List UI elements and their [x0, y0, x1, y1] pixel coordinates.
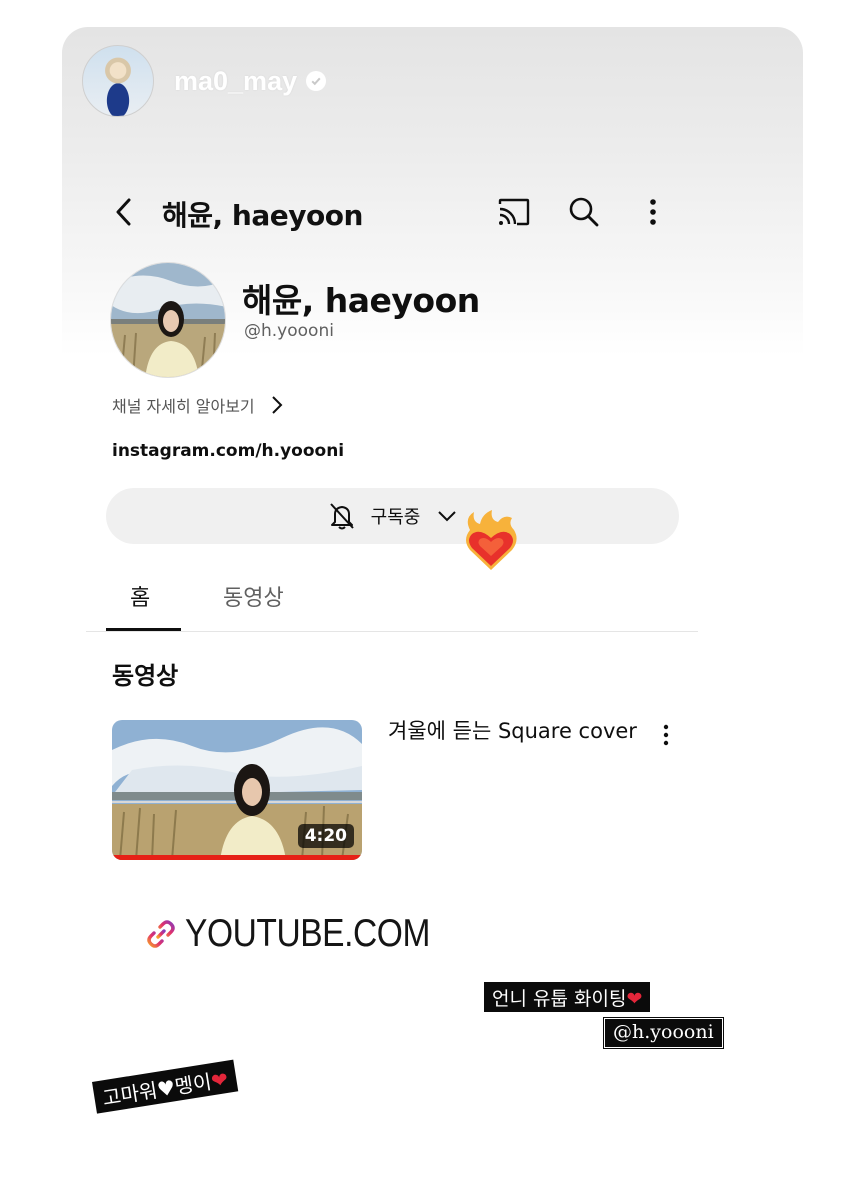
caption-thanks-text-b: 멩이 — [173, 1069, 214, 1099]
mention-sticker[interactable]: @h.yoooni — [603, 1017, 724, 1049]
red-heart-icon: ❤ — [209, 1066, 230, 1094]
channel-external-link[interactable]: instagram.com/h.yoooni — [112, 441, 344, 461]
channel-about-label: 채널 자세히 알아보기 — [112, 397, 255, 416]
more-vert-icon[interactable] — [638, 194, 668, 230]
link-sticker[interactable]: YOUTUBE.COM — [145, 912, 470, 956]
appbar-title: 해윤, haeyoon — [162, 199, 363, 232]
red-heart-icon: ❤ — [626, 988, 643, 1010]
duration-badge: 4:20 — [297, 824, 354, 848]
watch-progress-bar — [112, 855, 362, 860]
story-avatar[interactable] — [82, 45, 154, 117]
fire-heart-sticker-icon — [466, 510, 517, 570]
subscribed-button[interactable]: 구독중 — [106, 488, 679, 544]
channel-about-link[interactable]: 채널 자세히 알아보기 — [112, 393, 287, 417]
verified-badge-icon — [306, 71, 327, 91]
caption-cheer-text: 언니 유툽 화이팅 — [492, 988, 627, 1010]
section-title: 동영상 — [112, 662, 179, 690]
bell-off-icon — [329, 503, 354, 530]
tab-videos[interactable]: 동영상 — [223, 580, 284, 612]
chevron-right-icon — [271, 396, 283, 414]
cast-icon[interactable] — [496, 194, 532, 230]
channel-tabs: 홈 동영상 — [86, 568, 698, 632]
back-icon[interactable] — [110, 194, 138, 230]
video-thumbnail[interactable]: 4:20 — [112, 720, 362, 860]
tab-selected-indicator — [106, 628, 181, 631]
subscribed-label: 구독중 — [370, 507, 421, 528]
story-username[interactable]: ma0_may — [174, 66, 297, 97]
channel-avatar[interactable] — [110, 262, 226, 378]
story-header[interactable]: ma0_may — [82, 45, 327, 117]
link-sticker-text: YOUTUBE.COM — [185, 912, 430, 955]
youtube-channel-screenshot: 해윤, haeyoon 해윤, haeyoon @h.yoooni 채널 자세히… — [86, 180, 698, 1120]
chevron-down-icon — [438, 511, 457, 522]
channel-name: 해윤, haeyoon — [242, 281, 480, 320]
tab-home[interactable]: 홈 — [130, 580, 150, 612]
mention-text: @h.yoooni — [613, 1021, 714, 1043]
app-bar: 해윤, haeyoon — [86, 180, 698, 244]
search-icon[interactable] — [566, 194, 602, 230]
caption-cheer: 언니 유툽 화이팅❤ — [484, 982, 651, 1012]
video-title[interactable]: 겨울에 듣는 Square cover — [388, 716, 638, 746]
video-more-icon[interactable] — [654, 720, 678, 750]
channel-handle: @h.yoooni — [244, 321, 334, 341]
link-icon — [147, 920, 175, 948]
